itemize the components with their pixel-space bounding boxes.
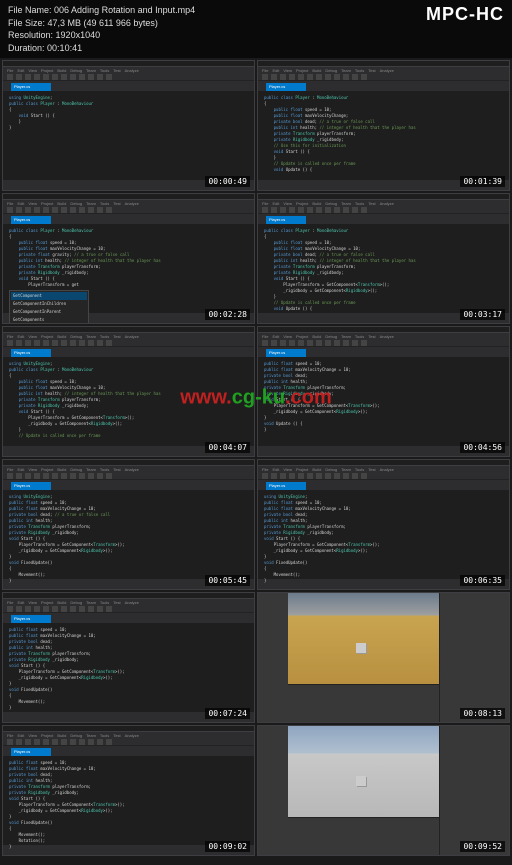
file-header: File Name: 006 Adding Rotation and Input… — [0, 0, 512, 58]
filesize-value: 47,3 MB (49 611 966 bytes) — [48, 18, 158, 28]
thumbnail-9[interactable]: FileEditViewProjectBuildDebugTeamToolsTe… — [2, 592, 255, 723]
file-info-block: File Name: 006 Adding Rotation and Input… — [8, 4, 195, 54]
code-editor[interactable]: public class Player : MonoBehaviour{ pub… — [258, 224, 509, 313]
editor-tab[interactable]: Player.cs — [11, 615, 51, 623]
editor-tab[interactable]: Player.cs — [11, 83, 51, 91]
thumbnail-timestamp: 00:09:52 — [460, 841, 505, 852]
intellisense-popup[interactable]: GetComponentGetComponentInChildrenGetCom… — [9, 290, 89, 324]
code-editor[interactable]: public float speed = 10;public float max… — [3, 756, 254, 845]
player-logo: MPC-HC — [426, 4, 504, 25]
thumbnail-6[interactable]: FileEditViewProjectBuildDebugTeamToolsTe… — [257, 326, 510, 457]
editor-tab[interactable]: Player.cs — [11, 216, 51, 224]
thumbnail-1[interactable]: FileEditViewProjectBuildDebugTeamToolsTe… — [2, 60, 255, 191]
filename-value: 006 Adding Rotation and Input.mp4 — [54, 5, 195, 15]
code-editor[interactable]: using UnityEngine;public float speed = 1… — [3, 490, 254, 579]
thumbnail-12[interactable]: 00:09:52 — [257, 725, 510, 856]
thumbnail-timestamp: 00:03:17 — [460, 309, 505, 320]
duration-label: Duration: — [8, 43, 45, 53]
thumbnail-timestamp: 00:06:35 — [460, 575, 505, 586]
thumbnail-timestamp: 00:04:56 — [460, 442, 505, 453]
editor-tab[interactable]: Player.cs — [266, 349, 306, 357]
resolution-value: 1920x1040 — [56, 30, 101, 40]
thumbnail-4[interactable]: FileEditViewProjectBuildDebugTeamToolsTe… — [257, 193, 510, 324]
unity-scene-view — [288, 726, 439, 816]
thumbnail-timestamp: 00:00:49 — [205, 176, 250, 187]
unity-scene-view — [288, 593, 439, 683]
resolution-label: Resolution: — [8, 30, 53, 40]
thumbnail-timestamp: 00:01:39 — [460, 176, 505, 187]
unity-editor — [258, 593, 509, 722]
editor-tab[interactable]: Player.cs — [266, 83, 306, 91]
editor-tab[interactable]: Player.cs — [266, 216, 306, 224]
code-editor[interactable]: using UnityEngine;public float speed = 1… — [258, 490, 509, 579]
code-editor[interactable]: public class Player : MonoBehaviour{ pub… — [3, 224, 254, 313]
editor-tab[interactable]: Player.cs — [11, 349, 51, 357]
thumbnail-10[interactable]: 00:08:13 — [257, 592, 510, 723]
filesize-label: File Size: — [8, 18, 45, 28]
thumbnail-timestamp: 00:09:02 — [205, 841, 250, 852]
editor-tab[interactable]: Player.cs — [11, 748, 51, 756]
code-editor[interactable]: public class Player : MonoBehaviour{ pub… — [258, 91, 509, 180]
thumbnail-timestamp: 00:05:45 — [205, 575, 250, 586]
duration-value: 00:10:41 — [47, 43, 82, 53]
cube-icon — [356, 643, 366, 653]
thumbnail-grid: FileEditViewProjectBuildDebugTeamToolsTe… — [0, 58, 512, 858]
code-editor[interactable]: public float speed = 10;public float max… — [258, 357, 509, 446]
thumbnail-8[interactable]: FileEditViewProjectBuildDebugTeamToolsTe… — [257, 459, 510, 590]
thumbnail-timestamp: 00:02:28 — [205, 309, 250, 320]
editor-tab[interactable]: Player.cs — [266, 482, 306, 490]
code-editor[interactable]: using UnityEngine;public class Player : … — [3, 357, 254, 446]
filename-label: File Name: — [8, 5, 52, 15]
code-editor[interactable]: using UnityEngine;public class Player : … — [3, 91, 254, 180]
code-editor[interactable]: public float speed = 10;public float max… — [3, 623, 254, 712]
thumbnail-timestamp: 00:08:13 — [460, 708, 505, 719]
thumbnail-5[interactable]: FileEditViewProjectBuildDebugTeamToolsTe… — [2, 326, 255, 457]
thumbnail-2[interactable]: FileEditViewProjectBuildDebugTeamToolsTe… — [257, 60, 510, 191]
editor-tab[interactable]: Player.cs — [11, 482, 51, 490]
cube-icon — [356, 776, 366, 786]
thumbnail-7[interactable]: FileEditViewProjectBuildDebugTeamToolsTe… — [2, 459, 255, 590]
unity-editor — [258, 726, 509, 855]
thumbnail-3[interactable]: FileEditViewProjectBuildDebugTeamToolsTe… — [2, 193, 255, 324]
thumbnail-timestamp: 00:04:07 — [205, 442, 250, 453]
thumbnail-11[interactable]: FileEditViewProjectBuildDebugTeamToolsTe… — [2, 725, 255, 856]
thumbnail-timestamp: 00:07:24 — [205, 708, 250, 719]
